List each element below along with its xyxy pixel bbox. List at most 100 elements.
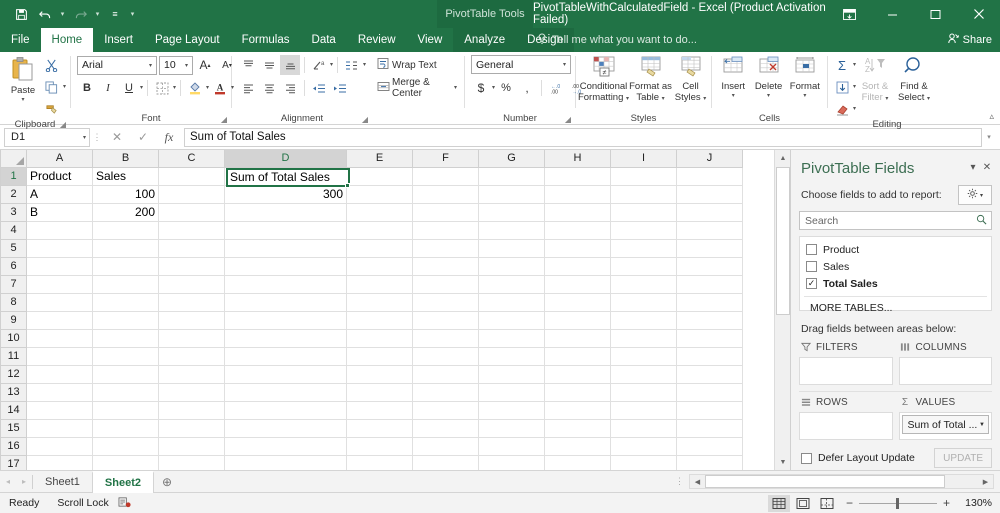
copy-caret-icon[interactable]: ▾ — [63, 84, 66, 90]
filters-drop-zone[interactable] — [799, 357, 893, 385]
wrap-text-button[interactable]: Wrap Text — [374, 55, 440, 75]
cell-d16[interactable] — [225, 437, 347, 455]
zoom-in-button[interactable]: + — [943, 496, 950, 510]
cell-e1[interactable] — [347, 167, 413, 185]
cell-i15[interactable] — [611, 419, 677, 437]
cell-d11[interactable] — [225, 347, 347, 365]
cell-j9[interactable] — [677, 311, 743, 329]
page-layout-view-button[interactable] — [792, 495, 814, 512]
sheet-tab-sheet1[interactable]: Sheet1 — [33, 471, 92, 493]
insert-function-icon[interactable]: fx — [156, 128, 182, 147]
cell-a7[interactable] — [27, 275, 93, 293]
tab-data[interactable]: Data — [301, 28, 347, 52]
cell-e2[interactable] — [347, 185, 413, 203]
enter-formula-icon[interactable]: ✓ — [130, 128, 156, 147]
cell-h9[interactable] — [545, 311, 611, 329]
cell-c13[interactable] — [159, 383, 225, 401]
maximize-button[interactable] — [914, 0, 957, 28]
cell-g14[interactable] — [479, 401, 545, 419]
row-header-15[interactable]: 15 — [1, 419, 27, 437]
cell-f16[interactable] — [413, 437, 479, 455]
zoom-slider[interactable]: − + — [840, 496, 956, 510]
cell-f4[interactable] — [413, 221, 479, 239]
align-left-icon[interactable] — [238, 78, 258, 98]
cell-f10[interactable] — [413, 329, 479, 347]
cell-e8[interactable] — [347, 293, 413, 311]
tell-me-search[interactable]: Tell me what you want to do... — [537, 28, 697, 52]
cell-g10[interactable] — [479, 329, 545, 347]
number-dialog-launcher-icon[interactable]: ◢ — [565, 115, 571, 124]
column-header-j[interactable]: J — [677, 150, 743, 167]
cell-h3[interactable] — [545, 203, 611, 221]
columns-drop-zone[interactable] — [899, 357, 993, 385]
cell-g5[interactable] — [479, 239, 545, 257]
sheet-tab-sheet2[interactable]: Sheet2 — [92, 471, 154, 493]
cell-c4[interactable] — [159, 221, 225, 239]
expand-formula-bar-icon[interactable]: ▾ — [982, 133, 996, 141]
scroll-left-icon[interactable]: ◀ — [690, 478, 705, 486]
cell-a14[interactable] — [27, 401, 93, 419]
row-header-2[interactable]: 2 — [1, 185, 27, 203]
row-header-17[interactable]: 17 — [1, 455, 27, 470]
column-header-d[interactable]: D — [225, 150, 347, 167]
cell-f13[interactable] — [413, 383, 479, 401]
cell-c5[interactable] — [159, 239, 225, 257]
orientation-icon[interactable]: a — [309, 55, 329, 75]
cell-a3[interactable]: B — [27, 203, 93, 221]
cell-g13[interactable] — [479, 383, 545, 401]
cell-b17[interactable] — [93, 455, 159, 470]
undo-icon[interactable] — [34, 3, 56, 25]
cell-i8[interactable] — [611, 293, 677, 311]
cell-b15[interactable] — [93, 419, 159, 437]
cell-c2[interactable] — [159, 185, 225, 203]
increase-font-size-icon[interactable]: A▴ — [195, 55, 215, 75]
row-header-3[interactable]: 3 — [1, 203, 27, 221]
clear-icon[interactable] — [832, 99, 852, 119]
row-header-16[interactable]: 16 — [1, 437, 27, 455]
cell-j16[interactable] — [677, 437, 743, 455]
cell-a5[interactable] — [27, 239, 93, 257]
cell-b9[interactable] — [93, 311, 159, 329]
cell-g1[interactable] — [479, 167, 545, 185]
borders-icon[interactable] — [152, 78, 172, 98]
cell-e10[interactable] — [347, 329, 413, 347]
row-header-8[interactable]: 8 — [1, 293, 27, 311]
add-sheet-icon[interactable]: ⊕ — [154, 475, 180, 489]
cell-f11[interactable] — [413, 347, 479, 365]
cell-h6[interactable] — [545, 257, 611, 275]
cell-e5[interactable] — [347, 239, 413, 257]
cell-i5[interactable] — [611, 239, 677, 257]
row-header-13[interactable]: 13 — [1, 383, 27, 401]
insert-caret-icon[interactable]: ▾ — [732, 93, 735, 99]
cell-i2[interactable] — [611, 185, 677, 203]
row-header-1[interactable]: 1 — [1, 167, 27, 185]
cell-g4[interactable] — [479, 221, 545, 239]
cell-c12[interactable] — [159, 365, 225, 383]
cell-h11[interactable] — [545, 347, 611, 365]
cell-b6[interactable] — [93, 257, 159, 275]
cell-d15[interactable] — [225, 419, 347, 437]
cell-b13[interactable] — [93, 383, 159, 401]
page-break-preview-button[interactable] — [816, 495, 838, 512]
cell-c8[interactable] — [159, 293, 225, 311]
cell-f17[interactable] — [413, 455, 479, 470]
fill-color-caret-icon[interactable]: ▾ — [206, 85, 209, 91]
align-right-icon[interactable] — [280, 78, 300, 98]
cell-h12[interactable] — [545, 365, 611, 383]
cell-g16[interactable] — [479, 437, 545, 455]
cell-d12[interactable] — [225, 365, 347, 383]
autosum-icon[interactable]: Σ — [832, 55, 852, 75]
scroll-up-icon[interactable]: ▲ — [775, 150, 791, 166]
cell-a1[interactable]: Product — [27, 167, 93, 185]
cell-j4[interactable] — [677, 221, 743, 239]
cell-f8[interactable] — [413, 293, 479, 311]
close-button[interactable] — [957, 0, 1000, 28]
collapse-ribbon-icon[interactable]: ▵ — [989, 111, 994, 122]
currency-button[interactable]: $ — [471, 78, 491, 98]
values-field-caret-icon[interactable]: ▼ — [979, 422, 985, 428]
cell-j2[interactable] — [677, 185, 743, 203]
find-select-button[interactable]: Find & Select ▾ — [894, 54, 934, 105]
tab-home[interactable]: Home — [41, 28, 94, 52]
checkbox-total-sales[interactable]: ✓ — [806, 278, 817, 289]
cell-b8[interactable] — [93, 293, 159, 311]
